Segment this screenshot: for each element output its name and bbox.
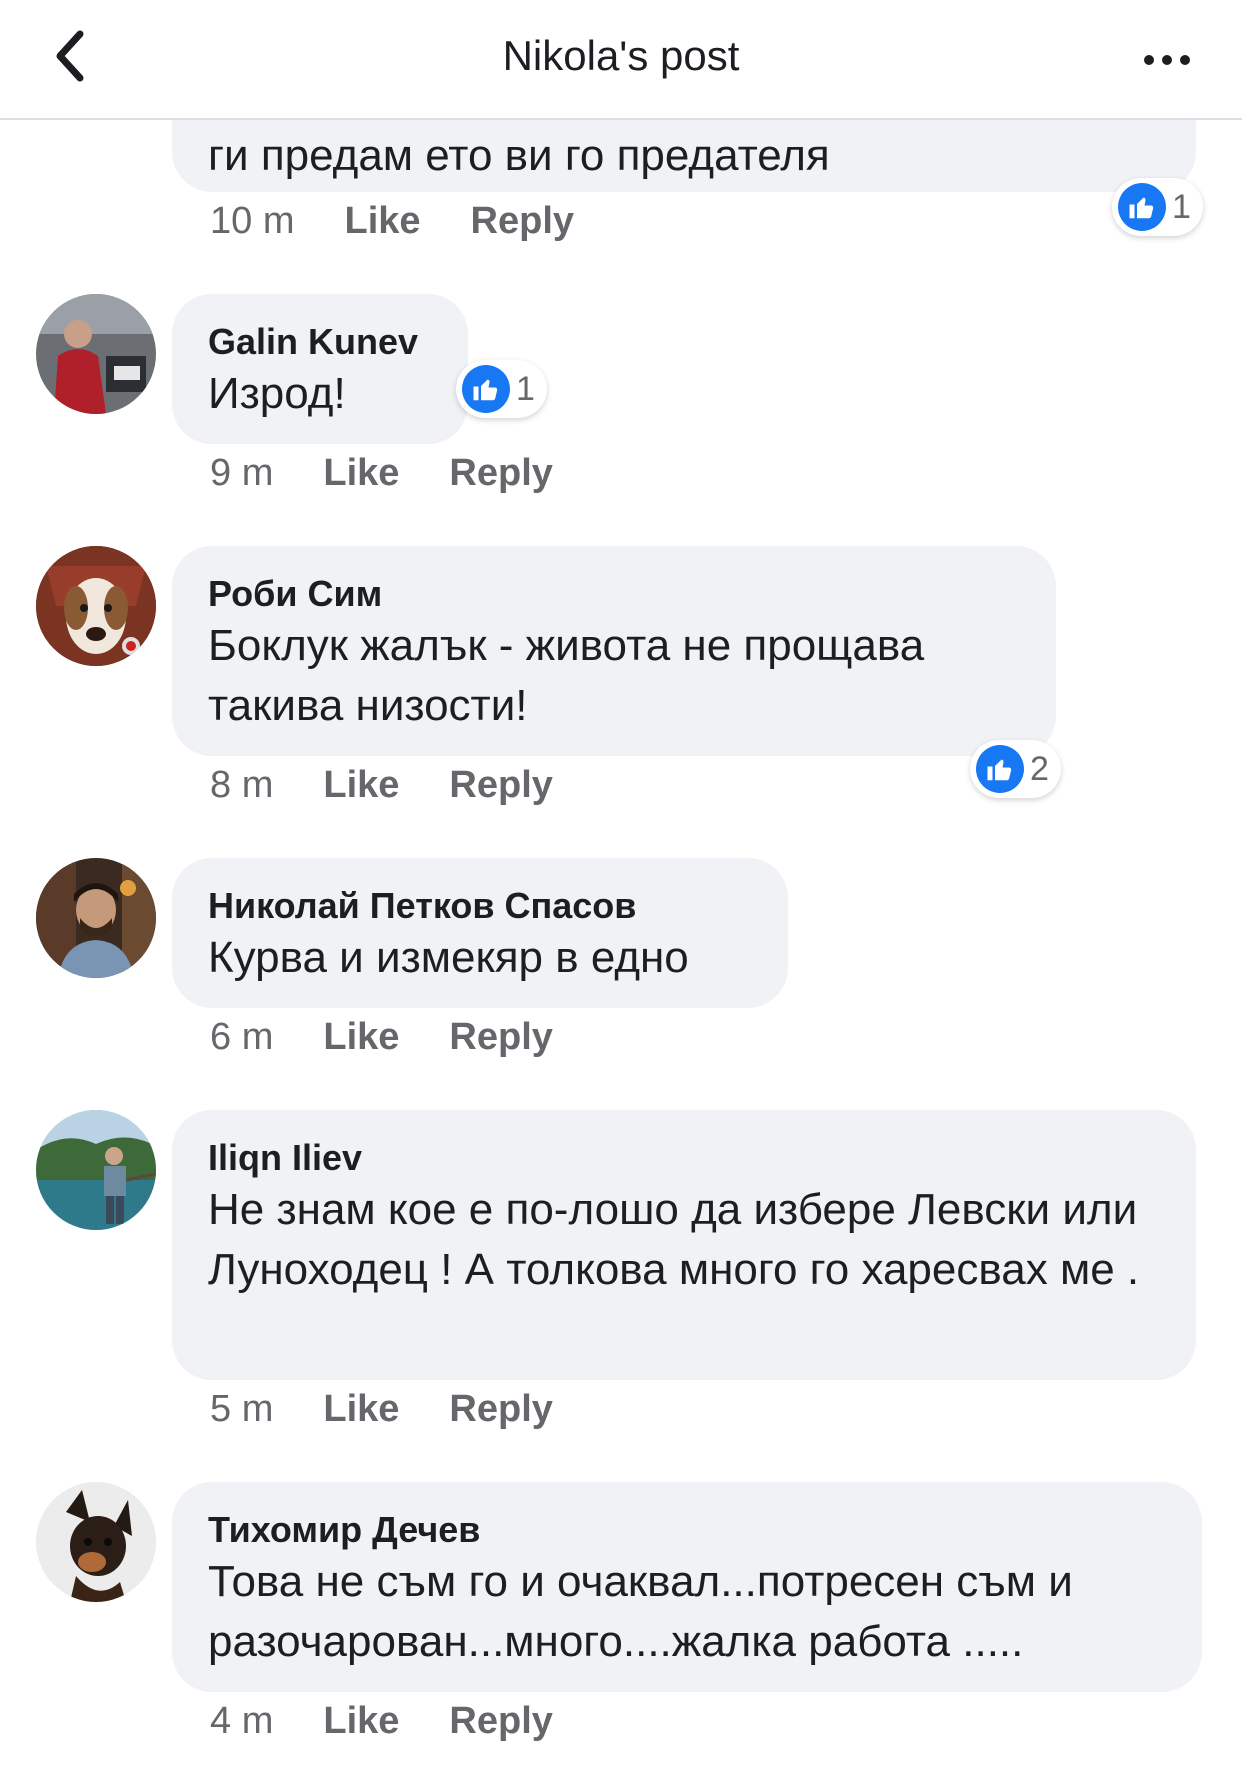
comment-author[interactable]: Galin Kunev bbox=[208, 320, 432, 364]
comment-actions: 6 m Like Reply bbox=[210, 1016, 553, 1059]
comment-text: Това не съм го и очаквал...потресен съм … bbox=[208, 1557, 1073, 1666]
like-reaction-icon bbox=[1118, 183, 1166, 231]
like-button[interactable]: Like bbox=[323, 1700, 399, 1743]
page-title: Nikola's post bbox=[502, 32, 740, 79]
reaction-count-label: 2 bbox=[1030, 749, 1049, 788]
reply-button[interactable]: Reply bbox=[449, 1388, 552, 1431]
comment-author[interactable]: Iliqn Iliev bbox=[208, 1136, 1160, 1180]
comment-time: 10 m bbox=[210, 200, 295, 242]
comment-author[interactable]: Роби Сим bbox=[208, 572, 1020, 616]
comment-actions: 5 m Like Reply bbox=[210, 1388, 553, 1431]
more-options-button[interactable] bbox=[1132, 30, 1202, 90]
avatar[interactable] bbox=[36, 1110, 156, 1230]
like-button[interactable]: Like bbox=[344, 200, 420, 243]
like-button[interactable]: Like bbox=[323, 1016, 399, 1059]
reaction-count[interactable]: 1 bbox=[1112, 178, 1203, 236]
avatar[interactable] bbox=[36, 546, 156, 666]
like-button[interactable]: Like bbox=[323, 764, 399, 807]
comment-time: 5 m bbox=[210, 1388, 274, 1430]
reply-button[interactable]: Reply bbox=[449, 1700, 552, 1743]
comment-time: 4 m bbox=[210, 1700, 274, 1742]
like-reaction-icon bbox=[976, 745, 1024, 793]
reply-button[interactable]: Reply bbox=[449, 764, 552, 807]
reaction-count[interactable]: 1 bbox=[456, 360, 547, 418]
reply-button[interactable]: Reply bbox=[449, 452, 552, 495]
comment-time: 8 m bbox=[210, 764, 274, 806]
reaction-count-label: 1 bbox=[1172, 187, 1191, 226]
comment-text: Боклук жалък - живота не прощава такива … bbox=[208, 621, 925, 730]
comment-actions: 4 m Like Reply bbox=[210, 1700, 553, 1743]
avatar[interactable] bbox=[36, 1482, 156, 1602]
comment-text: ги предам ето ви го предателя bbox=[208, 131, 830, 180]
reply-button[interactable]: Reply bbox=[471, 200, 574, 243]
like-reaction-icon bbox=[462, 365, 510, 413]
like-button[interactable]: Like bbox=[323, 1388, 399, 1431]
reaction-count[interactable]: 2 bbox=[970, 740, 1061, 798]
avatar[interactable] bbox=[36, 294, 156, 414]
comment-author[interactable]: Тихомир Дечев bbox=[208, 1508, 1166, 1552]
more-icon bbox=[1144, 55, 1154, 65]
comment-bubble: Николай Петков Спасов Курва и измекяр в … bbox=[172, 858, 788, 1008]
comment-bubble: Тихомир Дечев Това не съм го и очаквал..… bbox=[172, 1482, 1202, 1692]
comment-actions: 9 m Like Reply bbox=[210, 452, 553, 495]
reply-button[interactable]: Reply bbox=[449, 1016, 552, 1059]
comment-author[interactable]: Николай Петков Спасов bbox=[208, 884, 752, 928]
reaction-count-label: 1 bbox=[516, 369, 535, 408]
comment-text: Изрод! bbox=[208, 369, 346, 418]
comment-text: Не знам кое е по-лошо да избере Левски и… bbox=[208, 1185, 1140, 1294]
comment-time: 6 m bbox=[210, 1016, 274, 1058]
comment-bubble: Роби Сим Боклук жалък - живота не прощав… bbox=[172, 546, 1056, 756]
comment-actions: 8 m Like Reply bbox=[210, 764, 553, 807]
comment-bubble: Iliqn Iliev Не знам кое е по-лошо да изб… bbox=[172, 1110, 1196, 1380]
comment-bubble: Galin Kunev Изрод! bbox=[172, 294, 468, 444]
comment-actions: 10 m Like Reply bbox=[210, 200, 574, 243]
top-bar: Nikola's post bbox=[0, 0, 1242, 120]
comment-text: Курва и измекяр в едно bbox=[208, 933, 689, 982]
comment-time: 9 m bbox=[210, 452, 274, 494]
like-button[interactable]: Like bbox=[323, 452, 399, 495]
avatar[interactable] bbox=[36, 858, 156, 978]
